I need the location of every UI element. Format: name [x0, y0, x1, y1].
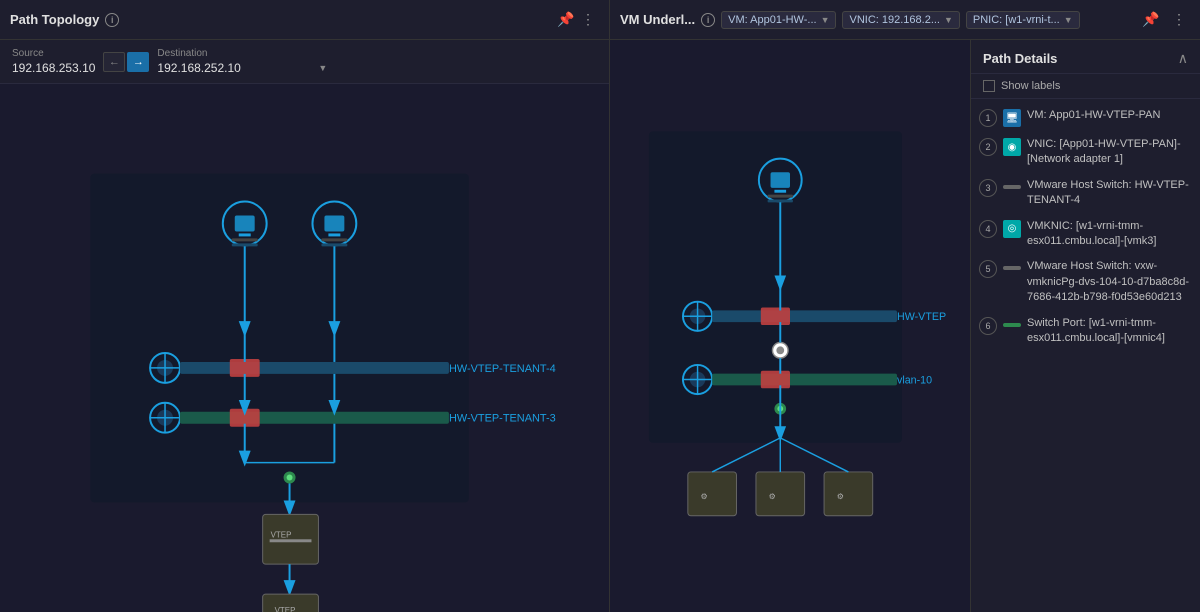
path-details-header: Path Details ∧	[971, 40, 1200, 74]
vnic-dropdown[interactable]: VNIC: 192.168.2... ▼	[842, 11, 959, 29]
destination-dropdown-chevron[interactable]: ▼	[318, 63, 327, 73]
svg-text:⚙: ⚙	[769, 492, 776, 501]
item-5-num: 5	[979, 260, 997, 278]
item-4-icon: ◎	[1003, 220, 1021, 238]
item-5-icon	[1003, 266, 1021, 270]
right-more-button[interactable]: ⋮	[1168, 9, 1190, 31]
left-more-button[interactable]: ⋮	[577, 9, 599, 31]
pnic-dropdown-label: PNIC: [w1-vrni-t...	[973, 14, 1060, 26]
item-2-icon: ◉	[1003, 138, 1021, 156]
destination-group: Destination ▼	[157, 48, 327, 75]
path-topology-title: Path Topology i	[10, 12, 119, 27]
arrow-left-button[interactable]: ←	[103, 52, 125, 72]
show-labels-checkbox[interactable]	[983, 80, 995, 92]
vm-underlay-title: VM Underl... i	[620, 12, 715, 27]
item-4-text: VMKNIC: [w1-vrni-tmm-esx011.cmbu.local]-…	[1027, 219, 1192, 250]
svg-text:VTEP: VTEP	[275, 606, 296, 612]
item-6-icon	[1003, 323, 1021, 327]
show-labels-label: Show labels	[1001, 80, 1060, 92]
right-pin-button[interactable]: 📌	[1140, 9, 1162, 31]
path-detail-item-4: 4 ◎ VMKNIC: [w1-vrni-tmm-esx011.cmbu.loc…	[971, 214, 1200, 255]
item-6-text: Switch Port: [w1-vrni-tmm-esx011.cmbu.lo…	[1027, 316, 1192, 347]
left-topology-canvas: HW-VTEP-TENANT-4 HW-VTEP-TENANT-3	[0, 84, 609, 612]
show-labels-row: Show labels	[971, 74, 1200, 99]
destination-label: Destination	[157, 48, 327, 59]
source-value: 192.168.253.10	[12, 61, 95, 75]
tenant4-label: HW-VTEP-TENANT-4	[449, 363, 556, 375]
item-1-num: 1	[979, 109, 997, 127]
pnic-dropdown-chevron: ▼	[1064, 15, 1073, 25]
arrow-buttons: ← →	[103, 52, 149, 72]
item-2-num: 2	[979, 138, 997, 156]
path-detail-item-5: 5 VMware Host Switch: vxw-vmknicPg-dvs-1…	[971, 254, 1200, 310]
path-details-panel: Path Details ∧ Show labels 1 🖥 VM: App01…	[970, 40, 1200, 612]
item-1-text: VM: App01-HW-VTEP-PAN	[1027, 108, 1160, 123]
path-detail-item-1: 1 🖥 VM: App01-HW-VTEP-PAN	[971, 103, 1200, 132]
right-topology-svg: HW-VTEP vlan-10	[610, 40, 970, 612]
right-topology-canvas: HW-VTEP vlan-10	[610, 40, 970, 612]
item-3-icon	[1003, 185, 1021, 189]
title-text: Path Topology	[10, 12, 99, 27]
svg-text:⚙: ⚙	[837, 492, 844, 501]
tenant3-label: HW-VTEP-TENANT-3	[449, 413, 556, 425]
pnic-dropdown[interactable]: PNIC: [w1-vrni-t... ▼	[966, 11, 1080, 29]
path-detail-item-6: 6 Switch Port: [w1-vrni-tmm-esx011.cmbu.…	[971, 311, 1200, 352]
vm-dropdown[interactable]: VM: App01-HW-... ▼	[721, 11, 836, 29]
vm-underlay-info-icon[interactable]: i	[701, 13, 715, 27]
item-5-text: VMware Host Switch: vxw-vmknicPg-dvs-104…	[1027, 259, 1192, 305]
destination-input[interactable]	[157, 61, 312, 75]
item-6-num: 6	[979, 317, 997, 335]
left-topology-svg: HW-VTEP-TENANT-4 HW-VTEP-TENANT-3	[0, 84, 609, 612]
item-2-text: VNIC: [App01-HW-VTEP-PAN]-[Network adapt…	[1027, 137, 1192, 168]
path-detail-item-2: 2 ◉ VNIC: [App01-HW-VTEP-PAN]-[Network a…	[971, 132, 1200, 173]
hw-vtep-label: HW-VTEP	[897, 311, 946, 323]
vnic-dropdown-label: VNIC: 192.168.2...	[849, 14, 940, 26]
vlan10-label: vlan-10	[897, 374, 932, 386]
vm-dropdown-label: VM: App01-HW-...	[728, 14, 816, 26]
path-topology-info-icon[interactable]: i	[105, 13, 119, 27]
vnic-dropdown-chevron: ▼	[944, 15, 953, 25]
path-details-collapse-button[interactable]: ∧	[1178, 50, 1188, 67]
vm-dropdown-chevron: ▼	[821, 15, 830, 25]
left-pin-button[interactable]: 📌	[555, 9, 577, 31]
vm-underlay-text: VM Underl...	[620, 12, 695, 27]
source-dest-bar: Source 192.168.253.10 ← → Destination ▼	[0, 40, 609, 84]
source-group: Source 192.168.253.10	[12, 48, 95, 75]
item-3-text: VMware Host Switch: HW-VTEP-TENANT-4	[1027, 178, 1192, 209]
path-details-items: 1 🖥 VM: App01-HW-VTEP-PAN 2 ◉ VNIC: [App…	[971, 99, 1200, 612]
source-label: Source	[12, 48, 95, 59]
arrow-right-button[interactable]: →	[127, 52, 149, 72]
item-4-num: 4	[979, 220, 997, 238]
svg-text:⚙: ⚙	[700, 492, 707, 501]
svg-text:VTEP: VTEP	[271, 530, 292, 539]
item-1-icon: 🖥	[1003, 109, 1021, 127]
item-3-num: 3	[979, 179, 997, 197]
path-detail-item-3: 3 VMware Host Switch: HW-VTEP-TENANT-4	[971, 173, 1200, 214]
path-details-title: Path Details	[983, 51, 1057, 66]
